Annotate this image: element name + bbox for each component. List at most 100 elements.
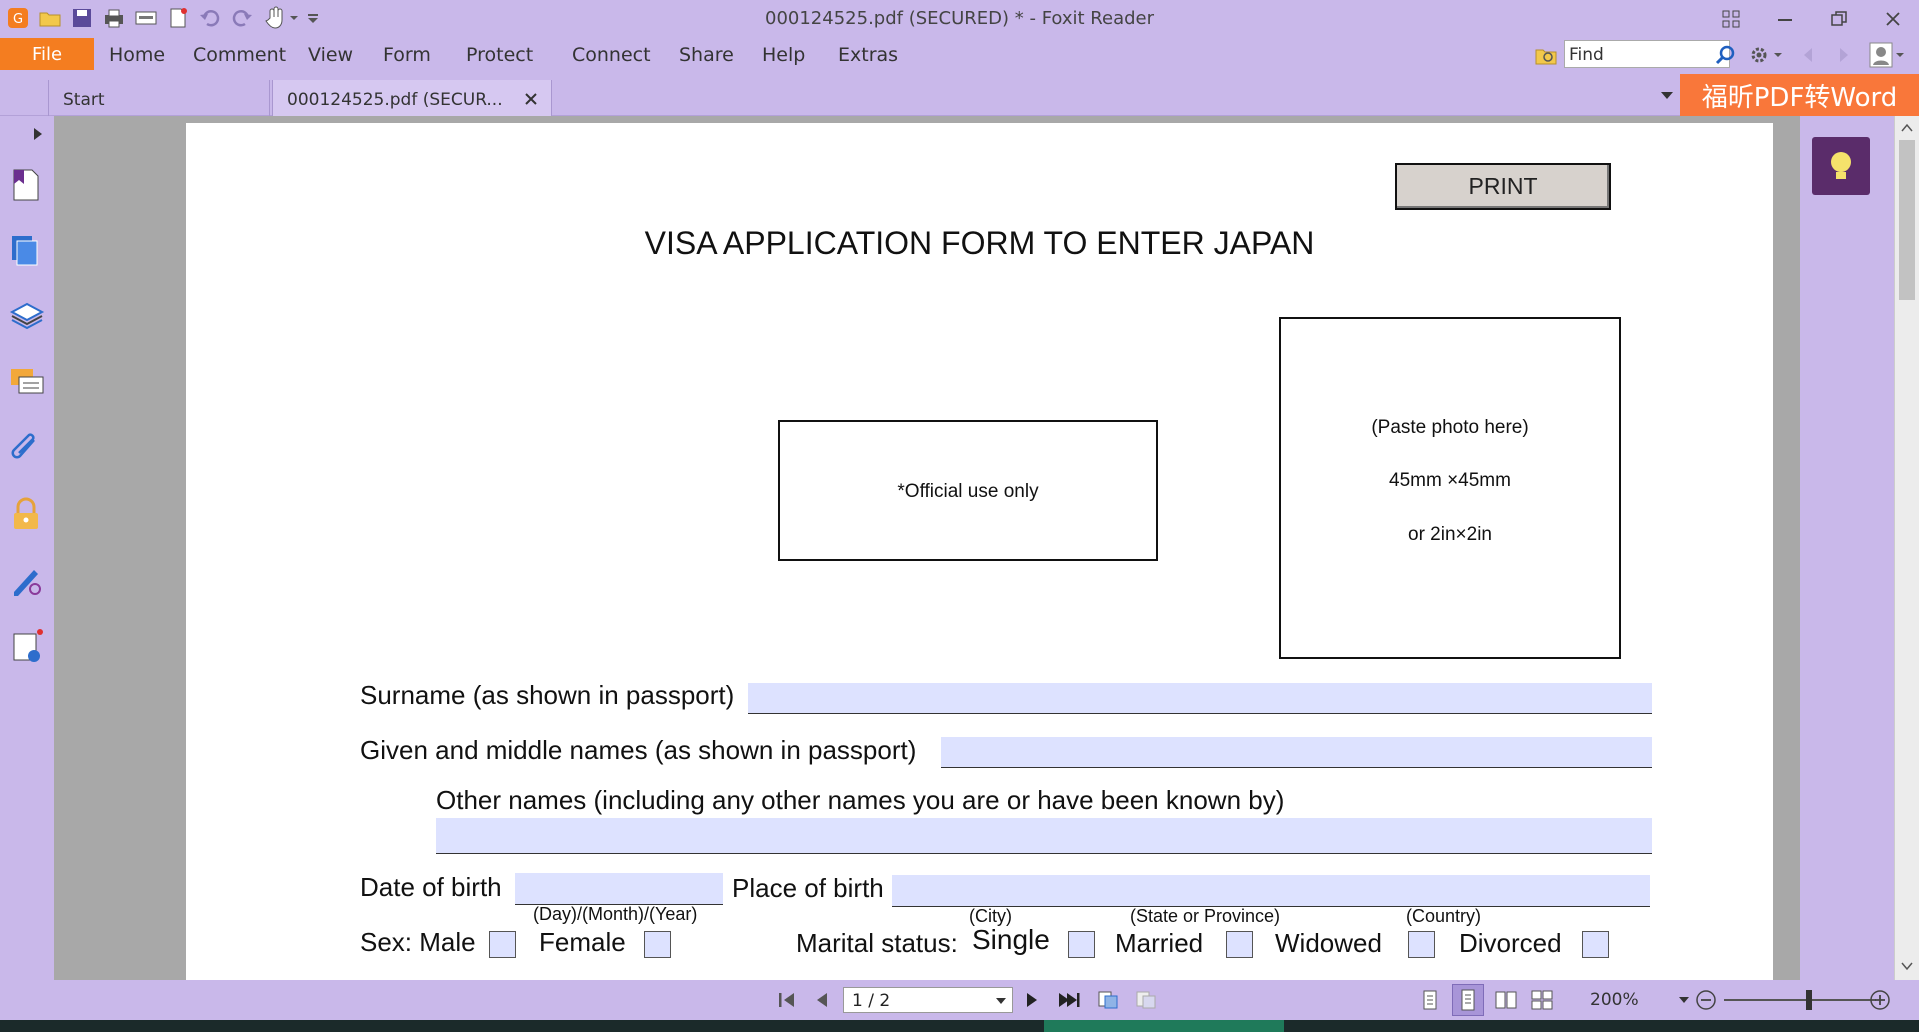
date-of-birth-field[interactable]: [515, 873, 723, 905]
taskbar-active-app[interactable]: [1044, 1020, 1284, 1032]
signature-pen-icon[interactable]: [8, 562, 46, 600]
digital-signature-icon[interactable]: [8, 628, 46, 666]
next-view-icon[interactable]: [1132, 986, 1160, 1014]
widowed-checkbox[interactable]: [1408, 931, 1435, 958]
menu-help[interactable]: Help: [762, 44, 805, 66]
title-bar: G 000124525.pdf (SECURED) * - Foxit Read…: [0, 0, 1919, 38]
previous-page-icon[interactable]: [810, 986, 836, 1014]
surname-field[interactable]: [748, 683, 1652, 714]
menu-comment[interactable]: Comment: [193, 44, 286, 66]
widowed-label: Widowed: [1275, 928, 1382, 958]
menu-extras[interactable]: Extras: [838, 44, 898, 66]
official-use-label: *Official use only: [897, 481, 1039, 502]
close-tab-icon[interactable]: [520, 88, 542, 110]
ribbon-toggle-icon[interactable]: [1714, 6, 1748, 32]
os-taskbar: [0, 1020, 1919, 1032]
other-names-field[interactable]: [436, 818, 1652, 854]
sex-male-label: Sex: Male: [360, 927, 476, 957]
marital-status-label: Marital status:: [796, 928, 958, 958]
pages-thumbnail-icon[interactable]: [8, 232, 46, 270]
attachments-paperclip-icon[interactable]: [8, 430, 46, 468]
menu-form[interactable]: Form: [383, 44, 431, 66]
single-page-view-icon[interactable]: [1416, 986, 1444, 1014]
previous-view-icon[interactable]: [1094, 986, 1122, 1014]
last-page-icon[interactable]: [1054, 986, 1084, 1014]
restore-icon[interactable]: [1822, 6, 1856, 32]
menu-connect[interactable]: Connect: [572, 44, 651, 66]
expand-panel-icon[interactable]: [30, 124, 50, 144]
photo-instruction: (Paste photo here): [1371, 417, 1529, 438]
continuous-view-icon[interactable]: [1452, 984, 1484, 1016]
security-lock-icon[interactable]: [8, 496, 46, 534]
pdf-to-word-promo-button[interactable]: 福昕PDF转Word: [1680, 74, 1919, 116]
scroll-up-icon[interactable]: [1897, 118, 1917, 138]
scroll-thumb[interactable]: [1899, 140, 1915, 300]
single-checkbox[interactable]: [1068, 931, 1095, 958]
zoom-slider-track[interactable]: [1724, 999, 1876, 1001]
male-checkbox[interactable]: [489, 931, 516, 958]
date-format-hint: (Day)/(Month)/(Year): [533, 904, 698, 924]
zoom-out-icon[interactable]: [1694, 988, 1718, 1012]
page-number-input[interactable]: 1 / 2: [843, 987, 1013, 1013]
form-title: VISA APPLICATION FORM TO ENTER JAPAN: [644, 225, 1315, 261]
next-page-icon[interactable]: [1018, 986, 1044, 1014]
zoom-dropdown-icon[interactable]: [1676, 992, 1692, 1008]
given-names-label: Given and middle names (as shown in pass…: [360, 735, 917, 765]
user-account-icon[interactable]: [1868, 40, 1908, 70]
tab-list-dropdown-icon[interactable]: [1656, 84, 1678, 106]
right-panel: [1800, 116, 1894, 980]
search-folder-icon[interactable]: [1532, 42, 1560, 68]
tab-document[interactable]: 000124525.pdf (SECUR...: [272, 80, 552, 116]
continuous-facing-view-icon[interactable]: [1528, 986, 1556, 1014]
tab-start[interactable]: Start: [48, 80, 270, 116]
menu-share[interactable]: Share: [679, 44, 734, 66]
zoom-slider-thumb[interactable]: [1806, 990, 1812, 1010]
divorced-label: Divorced: [1459, 928, 1562, 958]
official-use-box: *Official use only: [778, 420, 1158, 561]
menu-home[interactable]: Home: [109, 44, 165, 66]
surname-label: Surname (as shown in passport): [360, 680, 735, 710]
zoom-in-icon[interactable]: [1868, 988, 1892, 1012]
given-names-field[interactable]: [941, 737, 1652, 768]
state-hint: (State or Province): [1130, 906, 1281, 926]
print-form-button[interactable]: PRINT: [1395, 163, 1611, 210]
search-icon[interactable]: [1712, 42, 1738, 68]
left-sidebar: [0, 116, 54, 980]
place-of-birth-label: Place of birth: [732, 873, 884, 903]
other-names-label: Other names (including any other names y…: [436, 785, 1285, 815]
page-number-label: 1 / 2: [852, 991, 891, 1011]
page-dropdown-icon[interactable]: [992, 992, 1010, 1010]
zoom-level[interactable]: 200%: [1590, 990, 1639, 1010]
lightbulb-icon[interactable]: [1812, 137, 1870, 195]
comments-icon[interactable]: [8, 364, 46, 402]
facing-view-icon[interactable]: [1492, 986, 1520, 1014]
married-checkbox[interactable]: [1226, 931, 1253, 958]
settings-gear-icon[interactable]: [1748, 42, 1788, 68]
nav-forward-icon[interactable]: [1832, 42, 1856, 68]
married-label: Married: [1115, 928, 1204, 958]
place-of-birth-field[interactable]: [892, 875, 1650, 907]
menu-protect[interactable]: Protect: [466, 44, 533, 66]
date-of-birth-label: Date of birth: [360, 872, 502, 902]
window-title: 000124525.pdf (SECURED) * - Foxit Reader: [765, 8, 1154, 29]
menu-view[interactable]: View: [308, 44, 353, 66]
file-menu-button[interactable]: File: [0, 38, 94, 70]
find-input[interactable]: Find: [1564, 40, 1730, 68]
country-hint: (Country): [1406, 906, 1482, 926]
female-checkbox[interactable]: [644, 931, 671, 958]
minimize-icon[interactable]: [1768, 6, 1802, 32]
scroll-down-icon[interactable]: [1897, 956, 1917, 976]
close-icon[interactable]: [1876, 6, 1910, 32]
photo-size-mm: 45mm ×45mm: [1389, 470, 1511, 491]
photo-box[interactable]: (Paste photo here) 45mm ×45mm or 2in×2in: [1279, 317, 1621, 659]
nav-back-icon[interactable]: [1796, 42, 1820, 68]
divorced-checkbox[interactable]: [1582, 931, 1609, 958]
tab-document-label: 000124525.pdf (SECUR...: [287, 90, 503, 110]
single-label: Single: [972, 924, 1050, 955]
vertical-scrollbar[interactable]: [1894, 116, 1919, 980]
photo-size-in: or 2in×2in: [1408, 524, 1492, 545]
layers-icon[interactable]: [8, 298, 46, 336]
bookmark-icon[interactable]: [8, 166, 46, 204]
pdf-page: PRINT VISA APPLICATION FORM TO ENTER JAP…: [186, 123, 1773, 980]
first-page-icon[interactable]: [774, 986, 800, 1014]
